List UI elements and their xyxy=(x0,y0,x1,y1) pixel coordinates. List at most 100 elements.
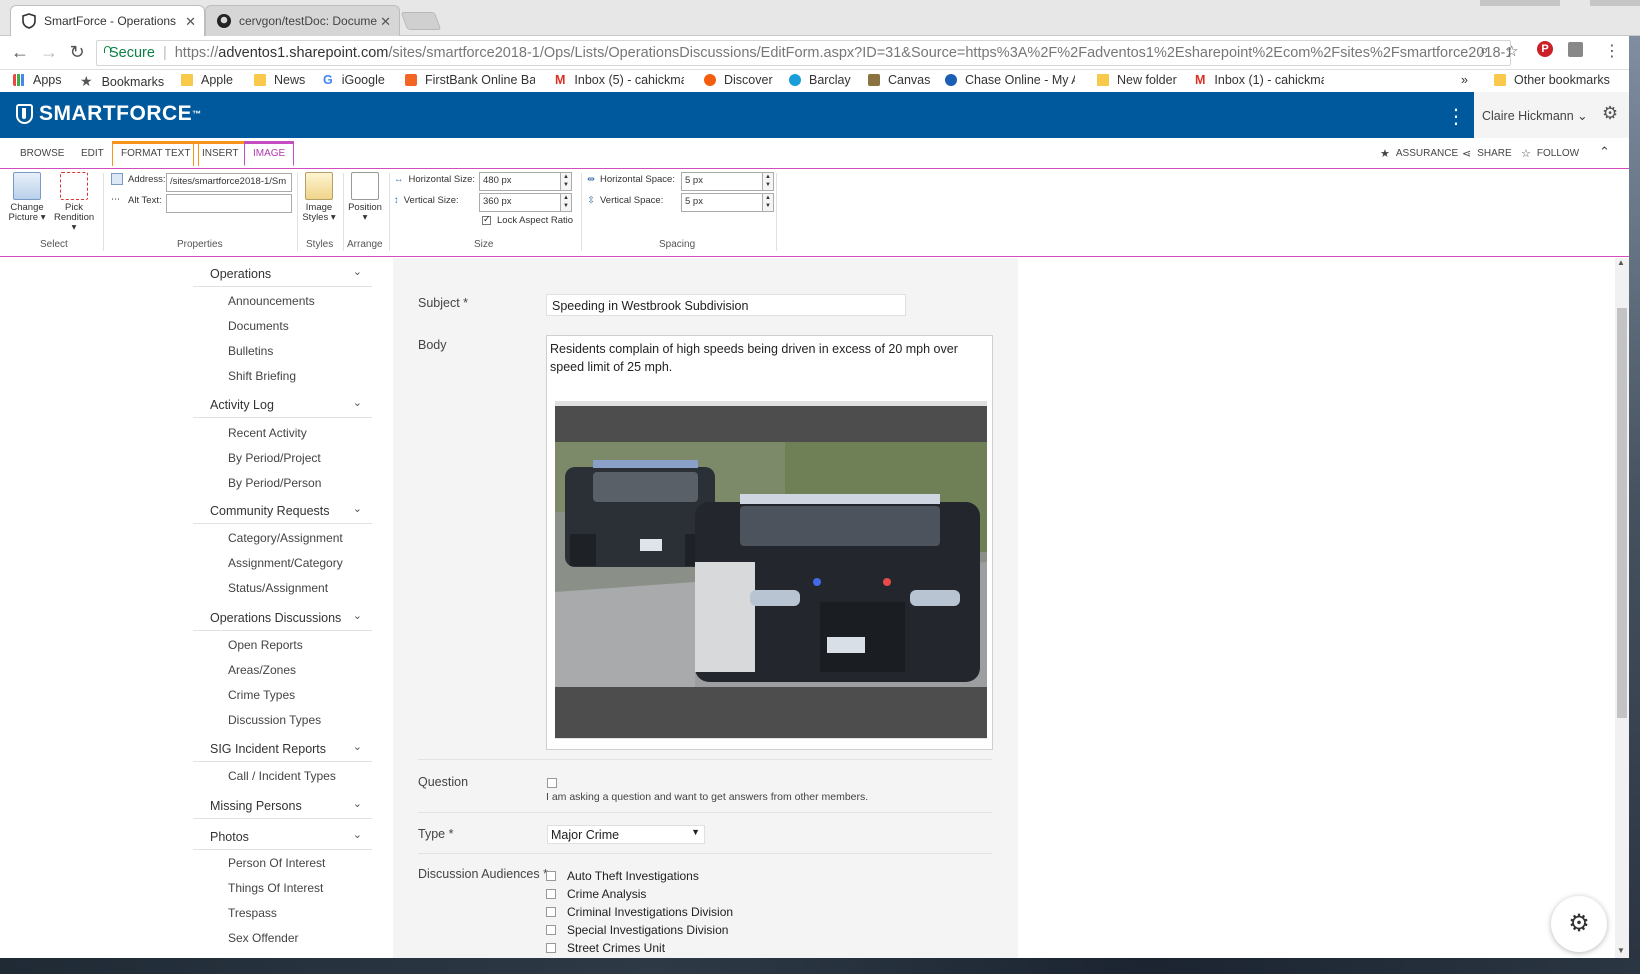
audience-option[interactable]: Street Crimes Unit xyxy=(546,941,665,955)
more-options-icon[interactable]: ⋮ xyxy=(1446,104,1466,129)
nav-item-recent-activity[interactable]: Recent Activity xyxy=(228,426,307,440)
audience-checkbox[interactable] xyxy=(546,871,556,881)
nav-item-areas-zones[interactable]: Areas/Zones xyxy=(228,663,296,677)
nav-item-by-period-person[interactable]: By Period/Person xyxy=(228,476,321,490)
bookmark-inbox-5[interactable]: M Inbox (5) - cahickma xyxy=(555,73,684,87)
bookmark-new-folder[interactable]: New folder xyxy=(1097,73,1177,87)
scrollbar-thumb[interactable] xyxy=(1617,308,1627,718)
nav-item-bulletins[interactable]: Bulletins xyxy=(228,344,273,358)
nav-item-discussion-types[interactable]: Discussion Types xyxy=(228,713,321,727)
vertical-space-input[interactable]: 5 px xyxy=(681,193,763,212)
nav-item-crime-types[interactable]: Crime Types xyxy=(228,688,295,702)
bookmark-apps[interactable]: Apps xyxy=(13,73,62,87)
audience-option[interactable]: Crime Analysis xyxy=(546,887,646,901)
chrome-menu-icon[interactable]: ⋮ xyxy=(1604,41,1620,61)
nav-item-things-of-interest[interactable]: Things Of Interest xyxy=(228,881,323,895)
alt-text-input[interactable] xyxy=(166,194,292,213)
audience-option[interactable]: Special Investigations Division xyxy=(546,923,728,937)
new-tab-button[interactable] xyxy=(400,12,442,30)
reload-icon[interactable]: ↻ xyxy=(66,42,88,62)
bookmark-apple[interactable]: Apple xyxy=(181,73,233,87)
nav-section-missing-persons[interactable]: Missing Persons ⌄ xyxy=(193,795,372,819)
address-bar[interactable]: Secure | https://adventos1.sharepoint.co… xyxy=(96,40,1511,66)
audience-checkbox[interactable] xyxy=(546,889,556,899)
ribbon-tab-browse[interactable]: BROWSE xyxy=(12,144,72,169)
bookmark-barclay[interactable]: Barclay xyxy=(789,73,851,87)
close-tab-icon[interactable]: ✕ xyxy=(185,14,196,30)
nav-item-trespass[interactable]: Trespass xyxy=(228,906,277,920)
position-button[interactable]: Position ▾ xyxy=(345,172,385,223)
bookmarks-overflow-button[interactable]: » xyxy=(1461,73,1468,87)
assurance-button[interactable]: ★ ASSURANCE xyxy=(1380,147,1458,160)
audience-option[interactable]: Criminal Investigations Division xyxy=(546,905,733,919)
nav-item-by-period-project[interactable]: By Period/Project xyxy=(228,451,321,465)
chevron-down-icon[interactable]: ⌄ xyxy=(353,265,362,278)
zoom-search-icon[interactable]: ⌕ xyxy=(1480,42,1488,59)
image-styles-button[interactable]: Image Styles ▾ xyxy=(299,172,339,223)
nav-section-activity-log[interactable]: Activity Log ⌄ xyxy=(193,394,372,418)
audience-checkbox[interactable] xyxy=(546,925,556,935)
vertical-space-spinner[interactable]: ▲ ▼ xyxy=(763,193,774,212)
pinterest-icon[interactable]: P xyxy=(1537,41,1553,57)
ribbon-tab-edit[interactable]: EDIT xyxy=(73,144,112,169)
bookmark-firstbank[interactable]: FirstBank Online Ban xyxy=(405,73,535,87)
chevron-down-icon[interactable]: ⌄ xyxy=(353,828,362,841)
chevron-down-icon[interactable]: ⌄ xyxy=(353,740,362,753)
forward-arrow-icon[interactable]: → xyxy=(38,42,60,62)
bookmark-canvas[interactable]: Canvas xyxy=(868,73,930,87)
nav-item-category-assignment[interactable]: Category/Assignment xyxy=(228,531,343,545)
horizontal-size-spinner[interactable]: ▲ ▼ xyxy=(561,172,572,191)
lock-aspect-ratio-checkbox[interactable] xyxy=(482,214,491,225)
bookmark-star-icon[interactable]: ☆ xyxy=(1505,42,1518,60)
window-profile-button[interactable] xyxy=(1480,0,1560,6)
window-controls[interactable] xyxy=(1590,0,1640,6)
tab-github[interactable]: cervgon/testDoc: Docume ✕ xyxy=(205,5,400,36)
nav-item-documents[interactable]: Documents xyxy=(228,319,289,333)
bookmark-igoogle[interactable]: G iGoogle xyxy=(323,73,385,87)
nav-section-photos[interactable]: Photos ⌄ xyxy=(193,826,372,850)
police-cars-photo[interactable] xyxy=(555,442,987,687)
bookmark-bookmarks[interactable]: ★ Bookmarks xyxy=(80,73,164,90)
chevron-down-icon[interactable]: ⌄ xyxy=(353,502,362,515)
nav-item-status-assignment[interactable]: Status/Assignment xyxy=(228,581,328,595)
pick-rendition-button[interactable]: Pick Rendition ▾ xyxy=(54,172,94,233)
nav-section-sig-incident-reports[interactable]: SIG Incident Reports ⌄ xyxy=(193,738,372,762)
tab-smartforce[interactable]: SmartForce - Operations ✕ xyxy=(10,5,205,36)
scroll-up-arrow-icon[interactable]: ▲ xyxy=(1617,258,1625,267)
audience-option[interactable]: Auto Theft Investigations xyxy=(546,869,699,883)
nav-section-operations-discussions[interactable]: Operations Discussions ⌄ xyxy=(193,607,372,631)
share-button[interactable]: ⋖ SHARE xyxy=(1462,147,1512,160)
scroll-down-arrow-icon[interactable]: ▼ xyxy=(1617,946,1625,955)
smartforce-logo[interactable]: SMARTFORCE ™ xyxy=(16,102,202,126)
follow-button[interactable]: ☆ FOLLOW xyxy=(1521,147,1579,160)
nav-section-community-requests[interactable]: Community Requests ⌄ xyxy=(193,500,372,524)
nav-item-call-incident-types[interactable]: Call / Incident Types xyxy=(228,769,336,783)
ribbon-tab-format-text[interactable]: FORMAT TEXT xyxy=(112,141,200,166)
nav-item-open-reports[interactable]: Open Reports xyxy=(228,638,303,652)
nav-item-person-of-interest[interactable]: Person Of Interest xyxy=(228,856,325,870)
type-select[interactable]: Major Crime ▼ xyxy=(547,825,705,844)
audience-checkbox[interactable] xyxy=(546,943,556,953)
bookmark-inbox-1[interactable]: M Inbox (1) - cahickma xyxy=(1195,73,1324,87)
chevron-down-icon[interactable]: ⌄ xyxy=(353,396,362,409)
chevron-down-icon[interactable]: ⌄ xyxy=(353,609,362,622)
ribbon-tab-image[interactable]: IMAGE xyxy=(244,141,295,166)
close-tab-icon[interactable]: ✕ xyxy=(380,14,391,30)
settings-fab-button[interactable]: ⚙ xyxy=(1551,896,1607,952)
user-menu[interactable]: Claire Hickmann ⌄ ⚙ xyxy=(1474,92,1640,138)
nav-item-assignment-category[interactable]: Assignment/Category xyxy=(228,556,343,570)
settings-gear-icon[interactable]: ⚙ xyxy=(1602,103,1618,124)
ribbon-tab-insert[interactable]: INSERT xyxy=(193,141,248,166)
horizontal-space-input[interactable]: 5 px xyxy=(681,172,763,191)
vertical-scrollbar[interactable]: ▲ ▼ xyxy=(1615,258,1629,958)
bookmark-news[interactable]: News xyxy=(254,73,305,87)
horizontal-space-spinner[interactable]: ▲ ▼ xyxy=(763,172,774,191)
change-picture-button[interactable]: Change Picture ▾ xyxy=(7,172,47,223)
back-arrow-icon[interactable]: ← xyxy=(9,42,31,62)
chevron-down-icon[interactable]: ⌄ xyxy=(353,797,362,810)
body-text[interactable]: Residents complain of high speeds being … xyxy=(550,340,980,376)
nav-item-sex-offender[interactable]: Sex Offender xyxy=(228,931,299,945)
bookmark-other[interactable]: Other bookmarks xyxy=(1494,73,1610,87)
address-input[interactable]: /sites/smartforce2018-1/Sm xyxy=(166,173,292,192)
vertical-size-spinner[interactable]: ▲ ▼ xyxy=(561,193,572,212)
